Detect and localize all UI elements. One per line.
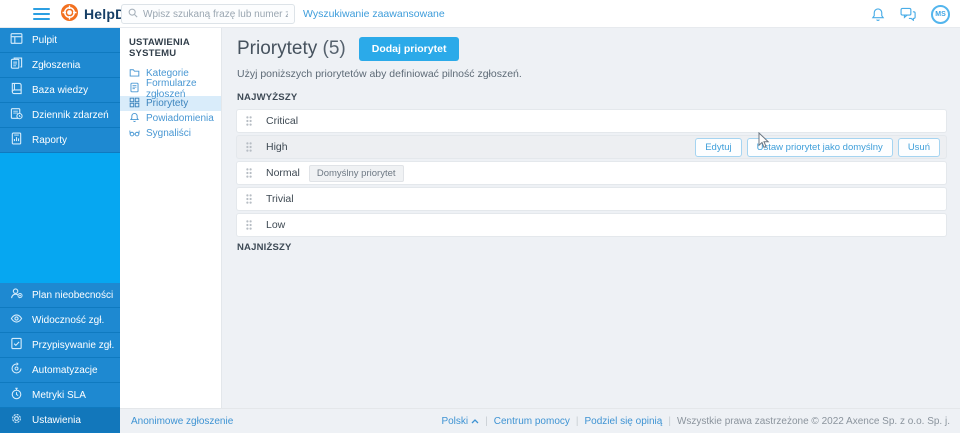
drag-handle-icon[interactable] <box>246 220 252 230</box>
anonymous-ticket-link[interactable]: Anonimowe zgłoszenie <box>131 416 233 427</box>
page-title: Priorytety (5) <box>237 38 346 59</box>
priority-row-normal[interactable]: Normal Domyślny priorytet <box>237 162 946 184</box>
subnav-item-label: Formularze zgłoszeń <box>146 77 197 100</box>
delete-priority-button[interactable]: Usuń <box>897 137 940 157</box>
highest-label: NAJWYŻSZY <box>237 92 298 103</box>
priority-name: Normal <box>266 167 300 179</box>
sidebar-item-label: Ustawienia <box>32 414 81 426</box>
priority-name: High <box>266 141 288 153</box>
subnav-item-sygnalisci[interactable]: Sygnaliści <box>120 126 221 141</box>
sidebar-item-label: Metryki SLA <box>32 389 86 401</box>
search-icon <box>128 8 138 21</box>
absence-person-icon <box>10 287 23 303</box>
sidebar-item-widocznosc-zgl[interactable]: Widoczność zgł. <box>0 308 120 333</box>
subnav-item-powiadomienia[interactable]: Powiadomienia <box>120 111 221 126</box>
folder-icon <box>129 67 140 81</box>
copyright-text: Wszystkie prawa zastrzeżone © 2022 Axenc… <box>676 415 950 427</box>
settings-gear-icon <box>10 412 23 428</box>
priority-row-high[interactable]: High Edytuj Ustaw priorytet jako domyśln… <box>237 136 946 158</box>
settings-subnav: USTAWIENIA SYSTEMU Kategorie Formularze … <box>120 28 222 408</box>
edit-priority-button[interactable]: Edytuj <box>695 137 742 157</box>
knowledge-book-icon <box>10 82 23 98</box>
drag-handle-icon[interactable] <box>246 142 252 152</box>
sidebar-item-baza-wiedzy[interactable]: Baza wiedzy <box>0 78 120 103</box>
subnav-header: USTAWIENIA SYSTEMU <box>129 37 190 59</box>
drag-handle-icon[interactable] <box>246 168 252 178</box>
subnav-item-label: Priorytety <box>146 98 189 109</box>
priority-name: Low <box>266 219 286 231</box>
sidebar-item-label: Zgłoszenia <box>32 59 81 71</box>
sidebar-item-przypisywanie-zgl[interactable]: Przypisywanie zgł. <box>0 333 120 358</box>
sidebar-item-label: Plan nieobecności <box>32 289 114 301</box>
default-priority-badge: Domyślny priorytet <box>308 164 404 182</box>
sidebar-item-label: Baza wiedzy <box>32 84 89 96</box>
sidebar-item-dziennik-zdarzen[interactable]: Dziennik zdarzeń <box>0 103 120 128</box>
sidebar-item-raporty[interactable]: Raporty <box>0 128 120 153</box>
sidebar-item-plan-nieobecnosci[interactable]: Plan nieobecności <box>0 283 120 308</box>
hamburger-menu-icon[interactable] <box>33 8 50 20</box>
tickets-icon <box>10 57 23 73</box>
priority-list: Critical High Edytuj Ustaw priorytet jak… <box>237 110 946 236</box>
subnav-item-label: Sygnaliści <box>146 128 192 139</box>
drag-handle-icon[interactable] <box>246 116 252 126</box>
search-input[interactable] <box>143 8 288 20</box>
reports-icon <box>10 132 23 148</box>
sidebar-item-label: Pulpit <box>32 34 58 46</box>
chat-messages-icon[interactable] <box>900 7 916 21</box>
event-log-icon <box>10 107 23 123</box>
assignment-check-icon <box>10 337 23 353</box>
language-selector[interactable]: Polski <box>441 416 479 427</box>
sidebar-item-label: Przypisywanie zgł. <box>32 339 115 351</box>
subnav-item-formularze-zgloszen[interactable]: Formularze zgłoszeń <box>120 78 221 100</box>
priority-name: Trivial <box>266 193 294 205</box>
chevron-up-icon <box>471 416 479 427</box>
sidebar-item-pulpit[interactable]: Pulpit <box>0 28 120 53</box>
set-default-priority-button[interactable]: Ustaw priorytet jako domyślny <box>746 137 893 157</box>
sidebar-item-zgloszenia[interactable]: Zgłoszenia <box>0 53 120 78</box>
main-sidebar: Pulpit Zgłoszenia Baza wiedzy Dziennik z… <box>0 28 120 433</box>
advanced-search-link[interactable]: Wyszukiwanie zaawansowane <box>303 0 445 28</box>
priority-row-trivial[interactable]: Trivial <box>237 188 946 210</box>
topbar: HelpDesk Wyszukiwanie zaawansowane MS <box>0 0 960 28</box>
lowest-label: NAJNIŻSZY <box>237 242 292 253</box>
add-priority-button[interactable]: Dodaj priorytet <box>358 37 460 61</box>
sidebar-item-label: Dziennik zdarzeń <box>32 109 109 121</box>
sidebar-item-label: Raporty <box>32 134 68 146</box>
sidebar-item-ustawienia[interactable]: Ustawienia <box>0 408 120 433</box>
sidebar-item-label: Widoczność zgł. <box>32 314 105 326</box>
user-avatar[interactable]: MS <box>931 4 950 24</box>
page-description: Użyj poniższych priorytetów aby definiow… <box>237 68 522 80</box>
help-center-link[interactable]: Centrum pomocy <box>494 416 570 427</box>
drag-handle-icon[interactable] <box>246 194 252 204</box>
subnav-item-label: Powiadomienia <box>146 113 214 124</box>
priority-row-critical[interactable]: Critical <box>237 110 946 132</box>
footer: Anonimowe zgłoszenie Polski | Centrum po… <box>120 408 960 433</box>
helpdesk-logo-icon <box>61 4 78 24</box>
main-content: Priorytety (5) Dodaj priorytet Użyj poni… <box>222 28 960 408</box>
visibility-eye-icon <box>10 312 23 328</box>
notifications-bell-icon[interactable] <box>871 7 885 22</box>
priority-count: (5) <box>322 38 346 59</box>
dashboard-icon <box>10 32 23 48</box>
priority-row-low[interactable]: Low <box>237 214 946 236</box>
sidebar-item-metryki-sla[interactable]: Metryki SLA <box>0 383 120 408</box>
priority-name: Critical <box>266 115 299 127</box>
bell-icon <box>129 112 140 126</box>
sidebar-item-automatyzacje[interactable]: Automatyzacje <box>0 358 120 383</box>
form-document-icon <box>129 82 140 96</box>
sla-stopwatch-icon <box>10 387 23 403</box>
whistleblower-glasses-icon <box>129 127 140 141</box>
priorities-icon <box>129 97 140 111</box>
sidebar-item-label: Automatyzacje <box>32 364 98 376</box>
feedback-link[interactable]: Podziel się opinią <box>585 416 663 427</box>
search-box[interactable] <box>121 4 295 24</box>
automation-icon <box>10 362 23 378</box>
